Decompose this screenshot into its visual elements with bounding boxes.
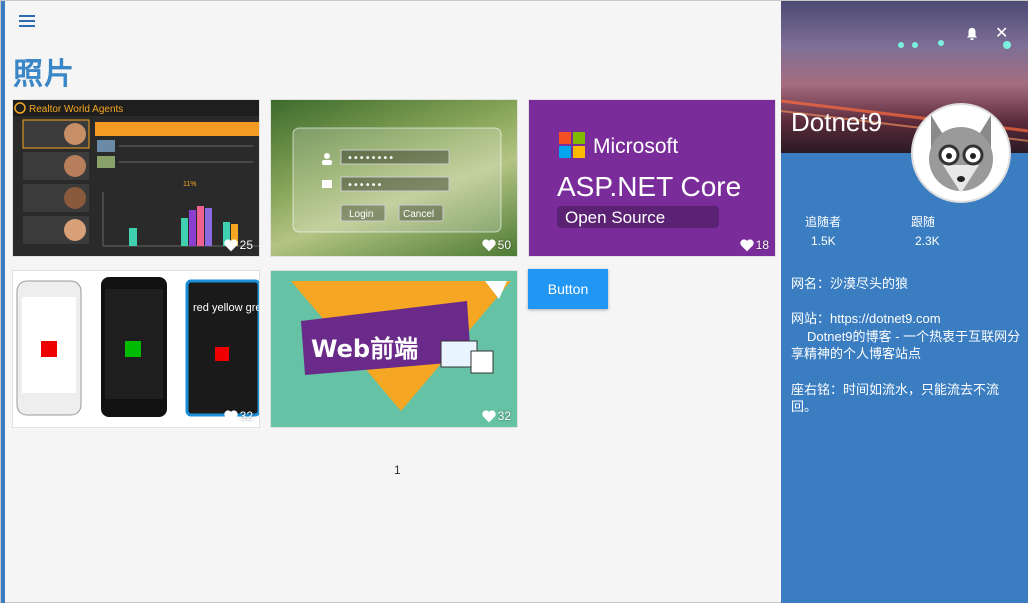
profile-panel: ✕ Dotnet9 追随者 1.5K 跟随 2.3K 网名：沙漠尽头的狼 网站：… [781, 1, 1028, 603]
likes-count: 18 [755, 238, 769, 252]
photo-tile-web[interactable]: Web前端 32 [270, 270, 518, 428]
cancel-label: Cancel [403, 209, 434, 220]
login-label: Login [349, 209, 373, 220]
heart-icon [481, 409, 496, 422]
app-window: 照片 Realtor World Agents 11% 25 •••••••• … [0, 0, 1028, 603]
heart-icon [223, 238, 238, 251]
nickname-text: 网名：沙漠尽头的狼 [791, 276, 909, 291]
likes-badge[interactable]: 25 [223, 238, 253, 252]
likes-count: 25 [239, 238, 253, 252]
ms-tag: Open Source [565, 208, 665, 227]
photo-tile-realtor[interactable]: Realtor World Agents 11% 25 [12, 99, 260, 257]
phones-screenshot: red yellow gre [16, 277, 260, 417]
followers-label: 追随者 [805, 215, 842, 229]
hamburger-menu-icon[interactable] [19, 15, 35, 29]
photo-tile-phones[interactable]: red yellow gre 32 [12, 270, 260, 428]
heart-icon [481, 238, 496, 251]
likes-count: 50 [497, 238, 511, 252]
web-title: Web前端 [311, 335, 418, 363]
login-screenshot: •••••••• •••••• Login Cancel [292, 127, 502, 233]
website-text: 网站：https://dotnet9.com [791, 311, 941, 326]
ms-product: ASP.NET Core [557, 171, 741, 202]
followers-value: 1.5K [811, 234, 836, 248]
ms-brand: Microsoft [593, 135, 678, 158]
likes-badge[interactable]: 18 [739, 238, 769, 252]
photo-tile-login[interactable]: •••••••• •••••• Login Cancel 50 [270, 99, 518, 257]
username-mask: •••••••• [347, 153, 394, 164]
realtor-chart-label: 11% [183, 181, 197, 188]
avatar[interactable] [911, 103, 1011, 203]
page-title: 照片 [13, 57, 75, 92]
following-label: 跟随 [911, 215, 936, 229]
following-value: 2.3K [915, 234, 940, 248]
website-description: Dotnet9的博客 - 一个热衷于互联网分享精神的个人博客站点 [791, 329, 1021, 361]
wolf-avatar-image [929, 115, 993, 193]
likes-count: 32 [239, 409, 253, 423]
bell-icon[interactable] [965, 27, 979, 41]
likes-count: 32 [497, 409, 511, 423]
web-banner: Web前端 [291, 281, 511, 411]
heart-icon [739, 238, 754, 251]
realtor-title: Realtor World Agents [29, 104, 123, 115]
heart-icon [223, 409, 238, 422]
left-accent-bar [1, 1, 5, 603]
close-icon[interactable]: ✕ [995, 23, 1008, 43]
password-mask: •••••• [347, 180, 382, 191]
aspnet-banner: Microsoft ASP.NET Core Open Source [557, 132, 741, 228]
phone-screen-text: red yellow gre [193, 302, 260, 314]
photo-tile-aspnet[interactable]: Microsoft ASP.NET Core Open Source 18 [528, 99, 776, 257]
likes-badge[interactable]: 50 [481, 238, 511, 252]
motto-text: 座右铭：时间如流水，只能流去不流回。 [791, 382, 1000, 414]
action-button[interactable]: Button [528, 269, 608, 309]
profile-name: Dotnet9 [791, 107, 883, 137]
likes-badge[interactable]: 32 [481, 409, 511, 423]
page-number[interactable]: 1 [394, 463, 401, 477]
likes-badge[interactable]: 32 [223, 409, 253, 423]
realtor-screenshot: Realtor World Agents 11% [13, 100, 259, 247]
